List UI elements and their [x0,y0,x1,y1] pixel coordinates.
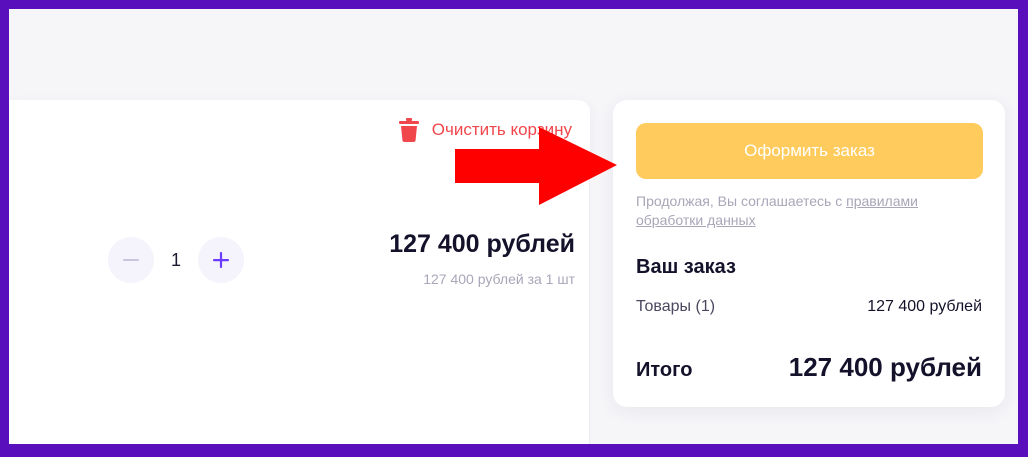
goods-value: 127 400 рублей [867,298,982,315]
cart-item: 1 127 400 рублей 127 400 рублей за 1 шт [9,160,590,444]
goods-row: Товары (1) 127 400 рублей [636,298,982,316]
minus-icon [123,259,139,261]
clear-cart-label: Очистить корзину [431,120,572,139]
agreement-text: Продолжая, Вы соглашаетесь с [636,193,847,209]
item-total-price: 127 400 рублей [389,230,575,258]
total-label: Итого [636,359,693,381]
page-frame: Очистить корзину 1 127 400 рублей 127 40… [9,9,1018,444]
total-value: 127 400 рублей [788,352,982,382]
plus-icon [213,252,229,268]
quantity-value: 1 [170,249,181,270]
order-title: Ваш заказ [636,256,736,278]
checkout-button[interactable]: Оформить заказ [636,123,983,179]
item-unit-price: 127 400 рублей за 1 шт [423,271,575,287]
trash-icon [398,118,419,142]
data-agreement-note: Продолжая, Вы соглашаетесь с правилами о… [636,192,976,230]
clear-cart-button[interactable]: Очистить корзину [398,118,572,142]
total-row: Итого 127 400 рублей [636,352,982,383]
cart-header: Очистить корзину [9,100,590,160]
goods-label: Товары (1) [636,298,716,315]
decrease-quantity-button[interactable] [108,237,154,283]
quantity-stepper: 1 [108,237,244,283]
increase-quantity-button[interactable] [198,237,244,283]
order-summary-card: Оформить заказ Продолжая, Вы соглашаетес… [613,100,1005,407]
